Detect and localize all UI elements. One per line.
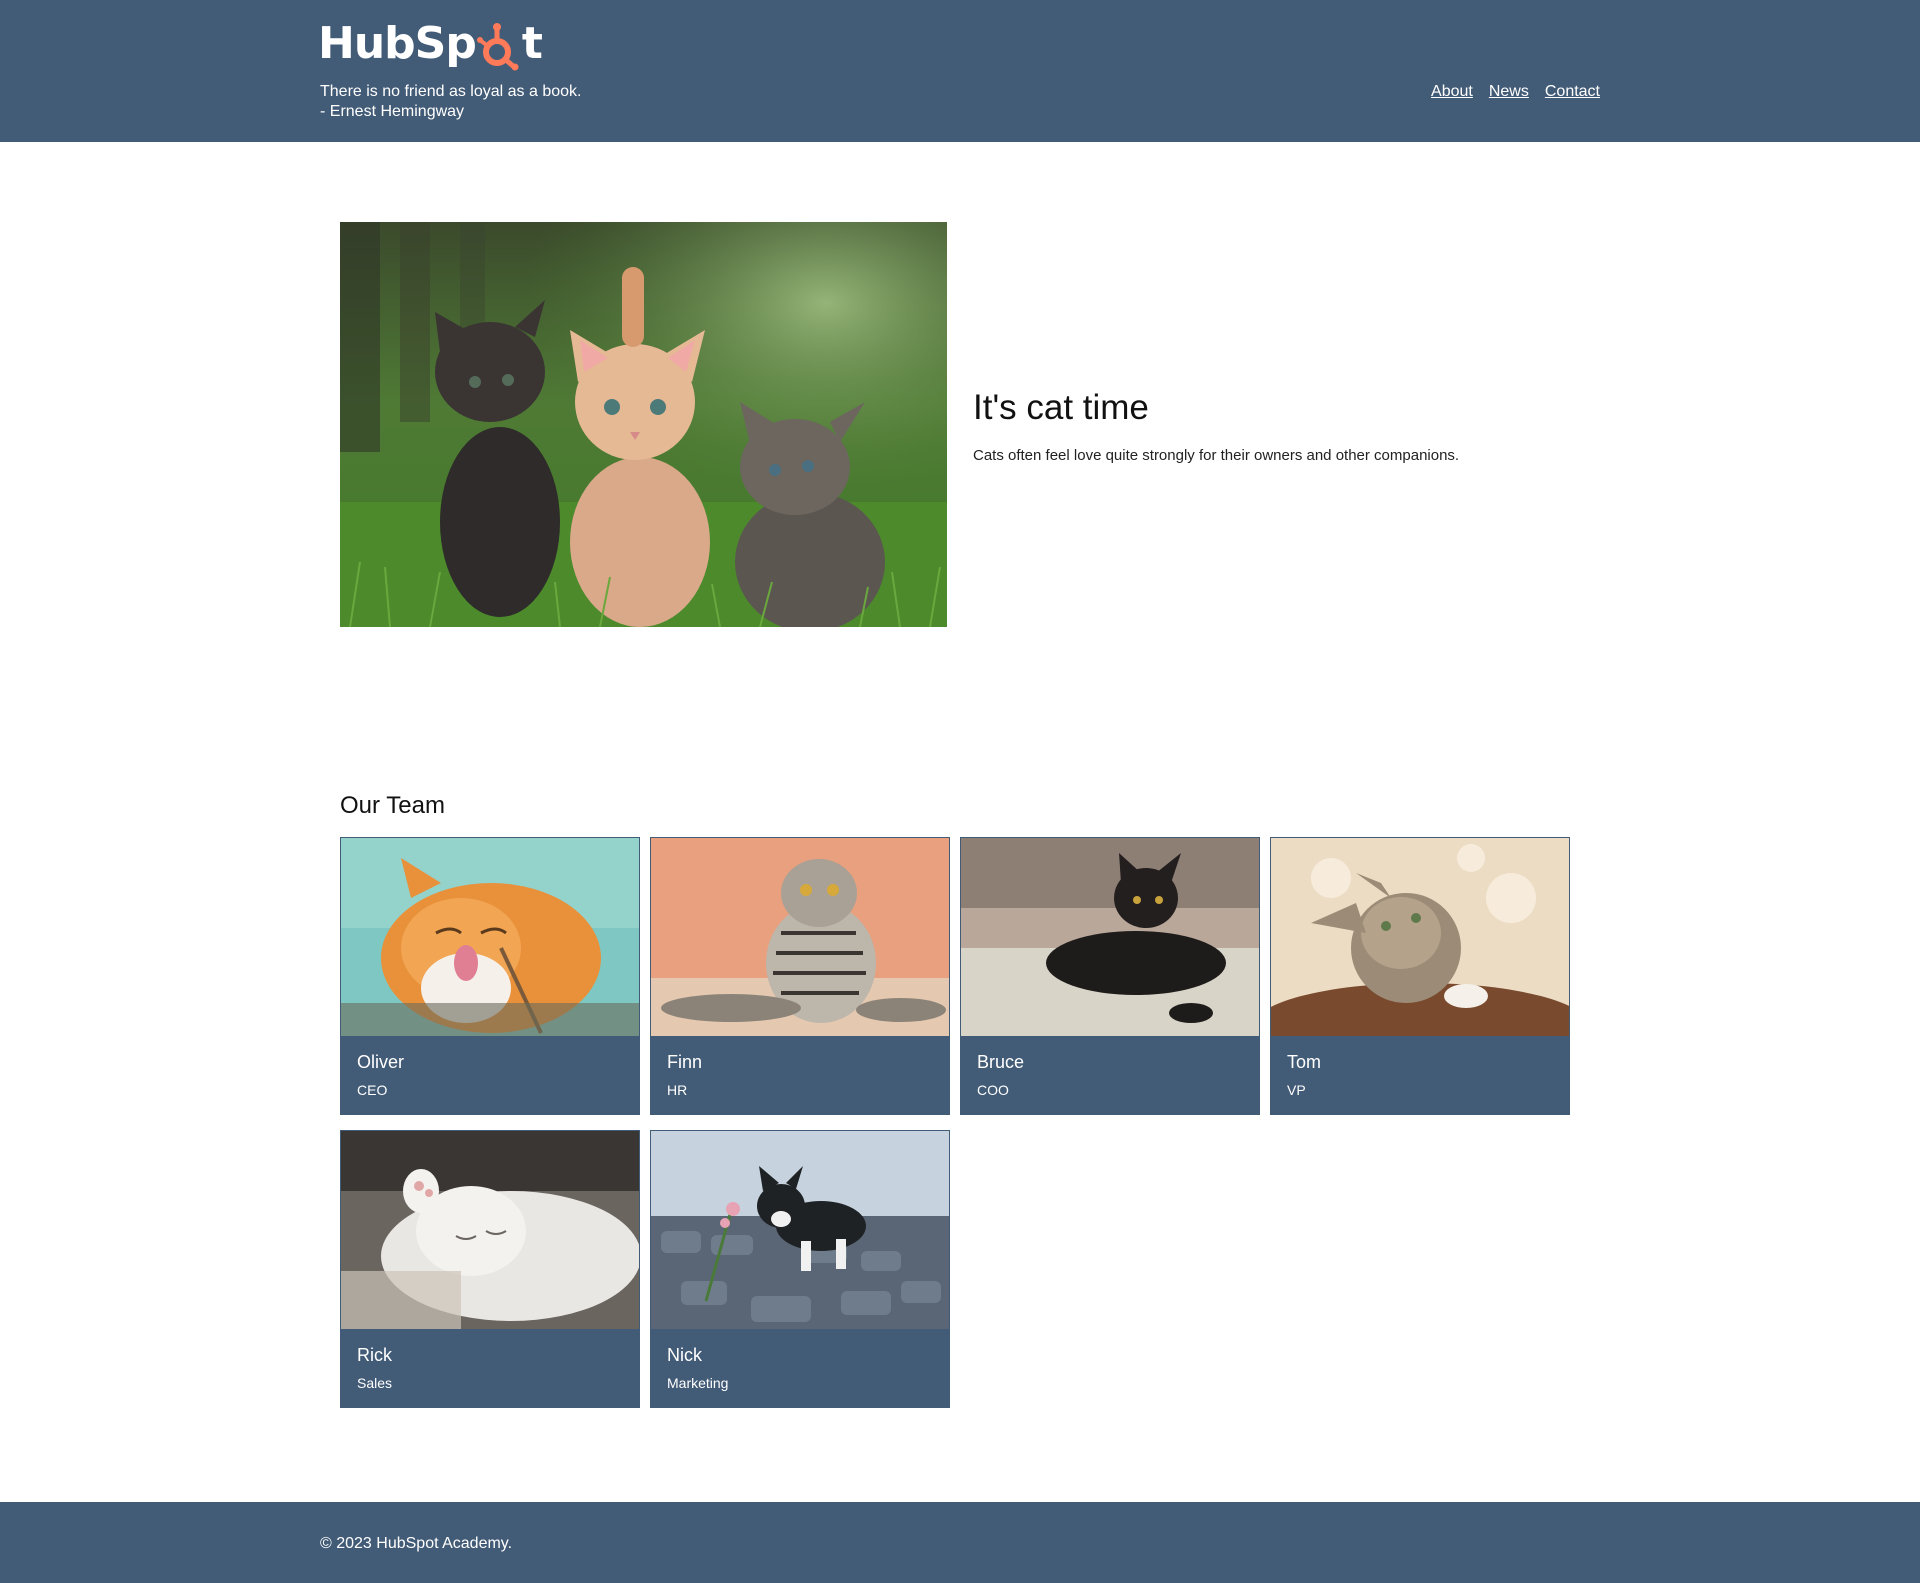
team-card-nick[interactable]: Nick Marketing xyxy=(650,1130,950,1408)
team-member-role: CEO xyxy=(357,1082,388,1098)
team-member-name: Tom xyxy=(1287,1052,1322,1072)
team-member-role: Marketing xyxy=(667,1375,729,1391)
team-member-role: Sales xyxy=(357,1375,393,1391)
team-member-role: HR xyxy=(667,1082,688,1098)
hero-title: It's cat time xyxy=(973,388,1149,427)
team-member-name: Oliver xyxy=(357,1052,405,1072)
hero-kittens-image xyxy=(340,222,947,627)
team-card-tom[interactable]: Tom VP xyxy=(1270,837,1570,1115)
team-card-rick[interactable]: Rick Sales xyxy=(340,1130,640,1408)
team-member-name: Bruce xyxy=(977,1052,1025,1072)
team-card-body: Finn HR xyxy=(651,1036,949,1100)
team-photo-bruce xyxy=(961,838,1259,1036)
team-card-bruce[interactable]: Bruce COO xyxy=(960,837,1260,1115)
team-card-finn[interactable]: Finn HR xyxy=(650,837,950,1115)
team-member-name: Nick xyxy=(667,1345,702,1365)
logo-text-right: t xyxy=(521,18,543,69)
team-photo-oliver xyxy=(341,838,639,1036)
hubspot-logo[interactable]: HubSp t xyxy=(318,16,543,72)
team-member-name: Rick xyxy=(357,1345,392,1365)
team-card-oliver[interactable]: Oliver CEO xyxy=(340,837,640,1115)
quote-text: There is no friend as loyal as a book. xyxy=(320,83,582,100)
team-member-role: COO xyxy=(977,1082,1009,1098)
team-photo-finn xyxy=(651,838,949,1036)
nav-link-about[interactable]: About xyxy=(1431,82,1473,102)
hero-description: Cats often feel love quite strongly for … xyxy=(973,447,1460,464)
nav-link-contact[interactable]: Contact xyxy=(1545,82,1600,102)
team-card-body: Nick Marketing xyxy=(651,1329,949,1393)
team-member-role: VP xyxy=(1287,1082,1306,1098)
team-card-body: Bruce COO xyxy=(961,1036,1259,1100)
copyright-text: © 2023 HubSpot Academy. xyxy=(320,1535,513,1552)
team-heading: Our Team xyxy=(340,792,445,819)
quote-author: - Ernest Hemingway xyxy=(320,103,465,120)
team-photo-tom xyxy=(1271,838,1569,1036)
team-photo-nick xyxy=(651,1131,949,1329)
site-footer: © 2023 HubSpot Academy. xyxy=(0,1502,1920,1583)
nav-link-news[interactable]: News xyxy=(1489,82,1529,102)
hero-text-block: It's cat time Cats often feel love quite… xyxy=(973,384,1593,466)
logo-wordmark: HubSp t xyxy=(318,18,543,71)
main-nav: About News Contact xyxy=(1431,82,1600,102)
logo-text-left: HubSp xyxy=(318,18,477,69)
sprocket-icon xyxy=(476,23,519,71)
team-card-body: Tom VP xyxy=(1271,1036,1569,1100)
team-card-body: Oliver CEO xyxy=(341,1036,639,1100)
team-member-name: Finn xyxy=(667,1052,703,1072)
team-photo-rick xyxy=(341,1131,639,1329)
site-header: HubSp t There is no friend as loyal as a… xyxy=(0,0,1920,142)
team-card-body: Rick Sales xyxy=(341,1329,639,1393)
header-quote: There is no friend as loyal as a book. -… xyxy=(320,82,581,122)
